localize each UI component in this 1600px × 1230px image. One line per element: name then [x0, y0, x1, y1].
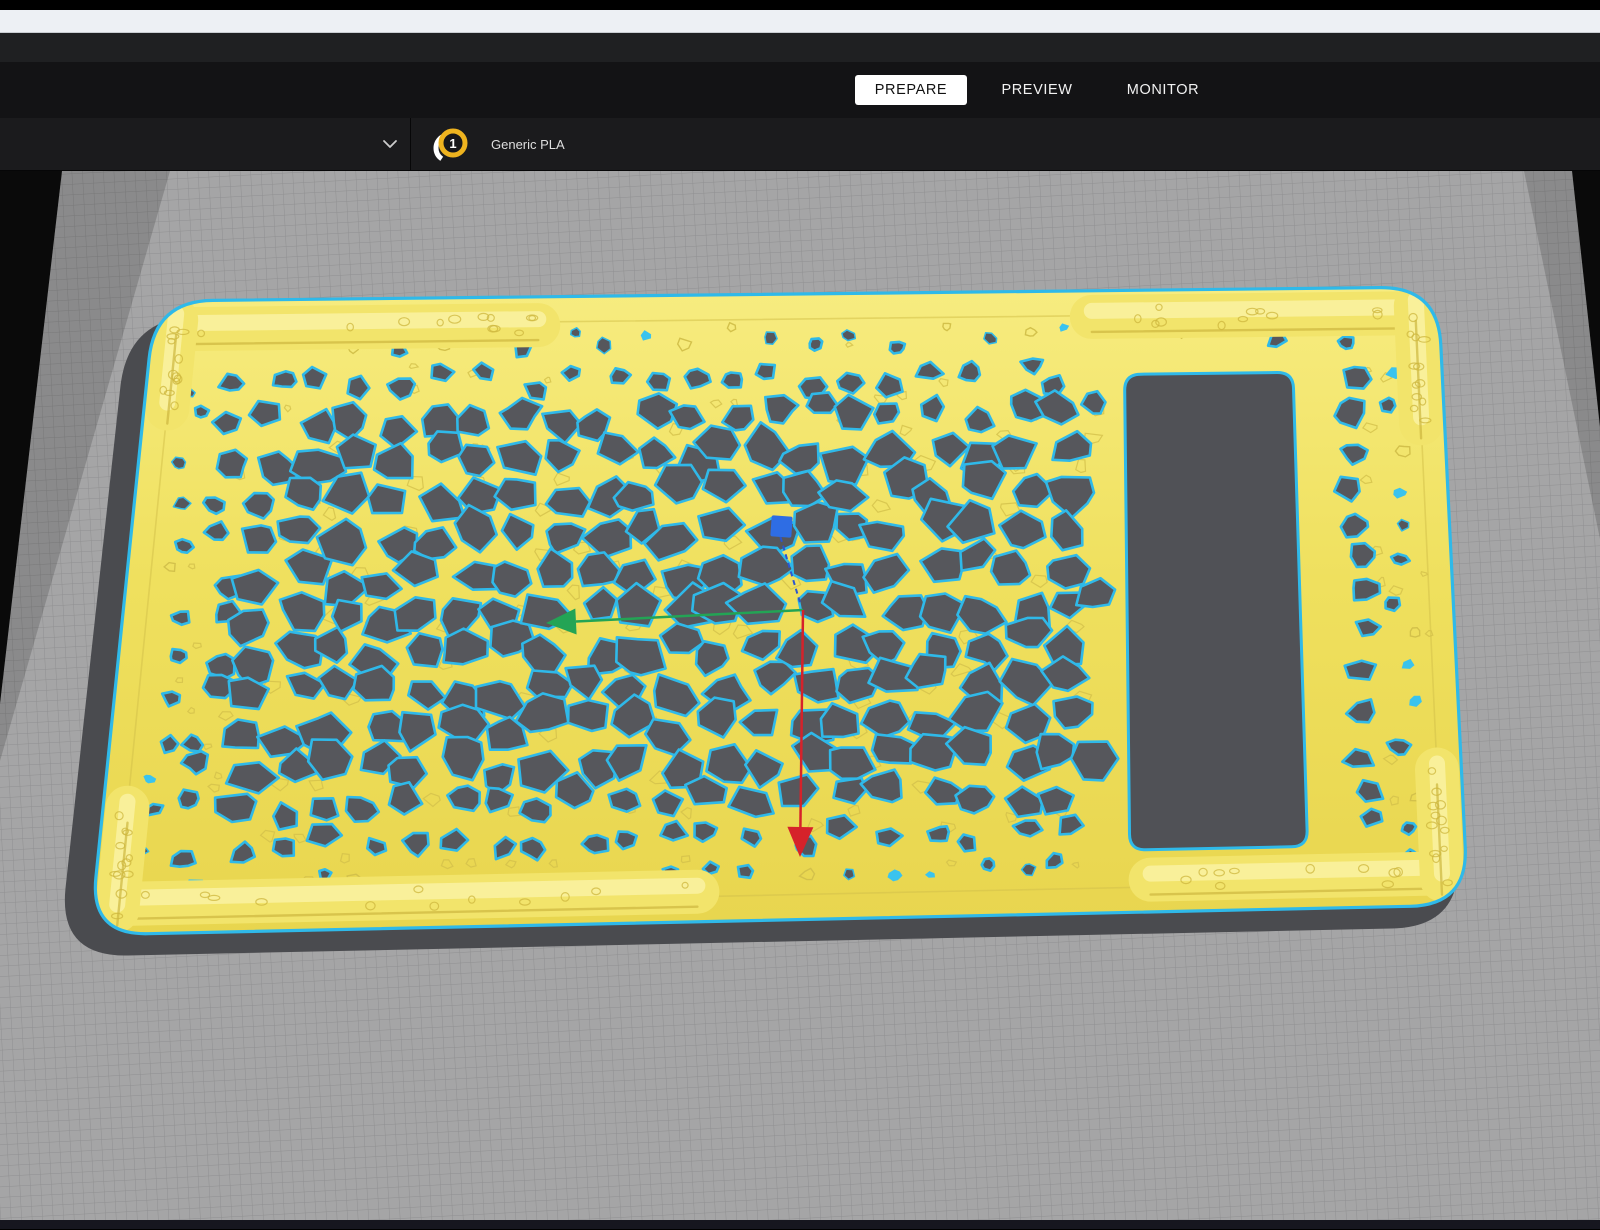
three-d-viewport[interactable]: [0, 171, 1600, 1220]
stage-tab-group: PREPARE PREVIEW MONITOR: [855, 75, 1219, 105]
model-phone-case[interactable]: [64, 285, 1467, 956]
extruder-badge-icon: 1: [433, 128, 468, 162]
tab-prepare[interactable]: PREPARE: [855, 75, 967, 105]
bottom-edge-strip: [0, 1220, 1600, 1229]
printer-selector-dropdown[interactable]: [0, 118, 411, 170]
app-header-strip: [0, 33, 1600, 62]
window-top-bar: [0, 0, 1600, 10]
tab-monitor[interactable]: MONITOR: [1107, 75, 1219, 105]
tab-preview[interactable]: PREVIEW: [981, 75, 1093, 105]
extruder-number: 1: [449, 136, 456, 151]
extruder-material-button[interactable]: 1 Generic PLA: [433, 118, 565, 170]
configuration-toolbar: 1 Generic PLA: [0, 118, 1600, 171]
material-label: Generic PLA: [491, 136, 565, 152]
camera-cutout: [1123, 370, 1309, 852]
gizmo-handle-z[interactable]: [770, 515, 793, 538]
chevron-down-icon: [383, 140, 397, 148]
window-title-strip: [0, 10, 1600, 33]
scene-canvas[interactable]: [0, 171, 1600, 1220]
stage-tab-bar: PREPARE PREVIEW MONITOR: [0, 62, 1600, 118]
